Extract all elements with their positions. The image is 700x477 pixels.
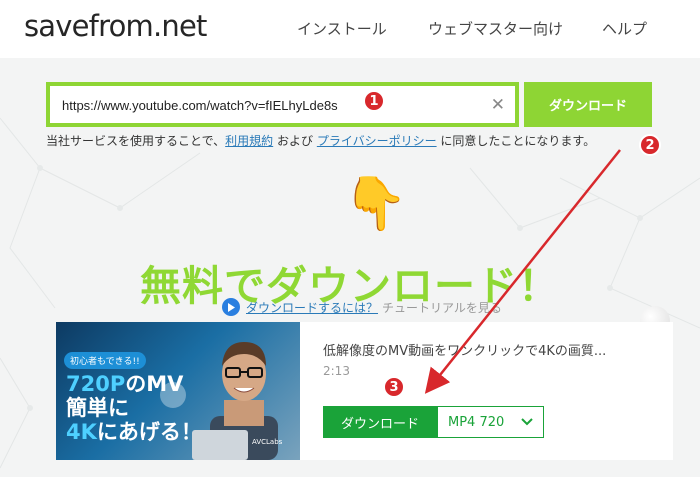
video-duration: 2:13 bbox=[323, 364, 350, 378]
annotation-marker-2: 2 bbox=[639, 134, 661, 156]
site-logo[interactable]: savefrom.net bbox=[24, 9, 207, 43]
result-card: 初心者もできる!! 720PのMV 簡単に 4Kにあげる！ AVCLabs 低解… bbox=[56, 322, 673, 460]
chevron-down-icon bbox=[521, 418, 533, 426]
nav-help[interactable]: ヘルプ bbox=[602, 18, 647, 39]
thumbnail-720p: 720P bbox=[66, 372, 126, 396]
terms-suffix: に同意したことになります。 bbox=[436, 134, 596, 148]
thumbnail-line-2: 簡単に bbox=[66, 396, 129, 420]
howto-row: ダウンロードするには？ チュートリアルを見る bbox=[222, 298, 502, 316]
terms-prefix: 当社サービスを使用することで、 bbox=[46, 134, 226, 148]
terms-notice: 当社サービスを使用することで、利用規約 および プライバシーポリシー に同意した… bbox=[46, 132, 595, 149]
video-thumbnail[interactable]: 初心者もできる!! 720PのMV 簡単に 4Kにあげる！ AVCLabs bbox=[56, 322, 300, 460]
url-input-box[interactable]: ✕ bbox=[46, 82, 519, 127]
annotation-marker-1: 1 bbox=[363, 90, 385, 112]
thumbnail-brand: AVCLabs bbox=[252, 438, 283, 446]
terms-link[interactable]: 利用規約 bbox=[225, 134, 273, 148]
video-title: 低解像度のMV動画をワンクリックで4Kの画質... bbox=[323, 344, 607, 359]
format-select[interactable]: MP4 720 bbox=[437, 406, 544, 438]
tutorial-text: チュートリアルを見る bbox=[382, 300, 502, 315]
main-area: ✕ ダウンロード 当社サービスを使用することで、利用規約 および プライバシーポ… bbox=[0, 58, 700, 477]
nav-webmaster[interactable]: ウェブマスター向け bbox=[428, 18, 563, 39]
thumbnail-badge: 初心者もできる!! bbox=[64, 352, 146, 369]
privacy-policy-link[interactable]: プライバシーポリシー bbox=[317, 134, 437, 148]
thumbnail-upgrade: にあげる！ bbox=[96, 420, 202, 444]
play-icon[interactable] bbox=[222, 298, 240, 316]
download-button[interactable]: ダウンロード bbox=[524, 82, 652, 127]
url-input[interactable] bbox=[62, 95, 462, 115]
site-header: savefrom.net インストール ウェブマスター向け ヘルプ bbox=[0, 0, 700, 58]
pointing-hand-icon: 👇 bbox=[343, 174, 408, 234]
annotation-marker-3: 3 bbox=[383, 376, 405, 398]
thumbnail-line-3: 4Kにあげる！ bbox=[66, 420, 202, 444]
thumbnail-4k: 4K bbox=[66, 420, 97, 444]
format-value: MP4 720 bbox=[448, 414, 505, 430]
howto-link[interactable]: ダウンロードするには？ bbox=[246, 299, 378, 316]
terms-middle: および bbox=[273, 134, 317, 148]
clear-icon[interactable]: ✕ bbox=[491, 95, 505, 115]
result-download-button[interactable]: ダウンロード bbox=[323, 406, 437, 438]
thumbnail-play-icon bbox=[160, 382, 186, 408]
nav-install[interactable]: インストール bbox=[297, 18, 387, 39]
